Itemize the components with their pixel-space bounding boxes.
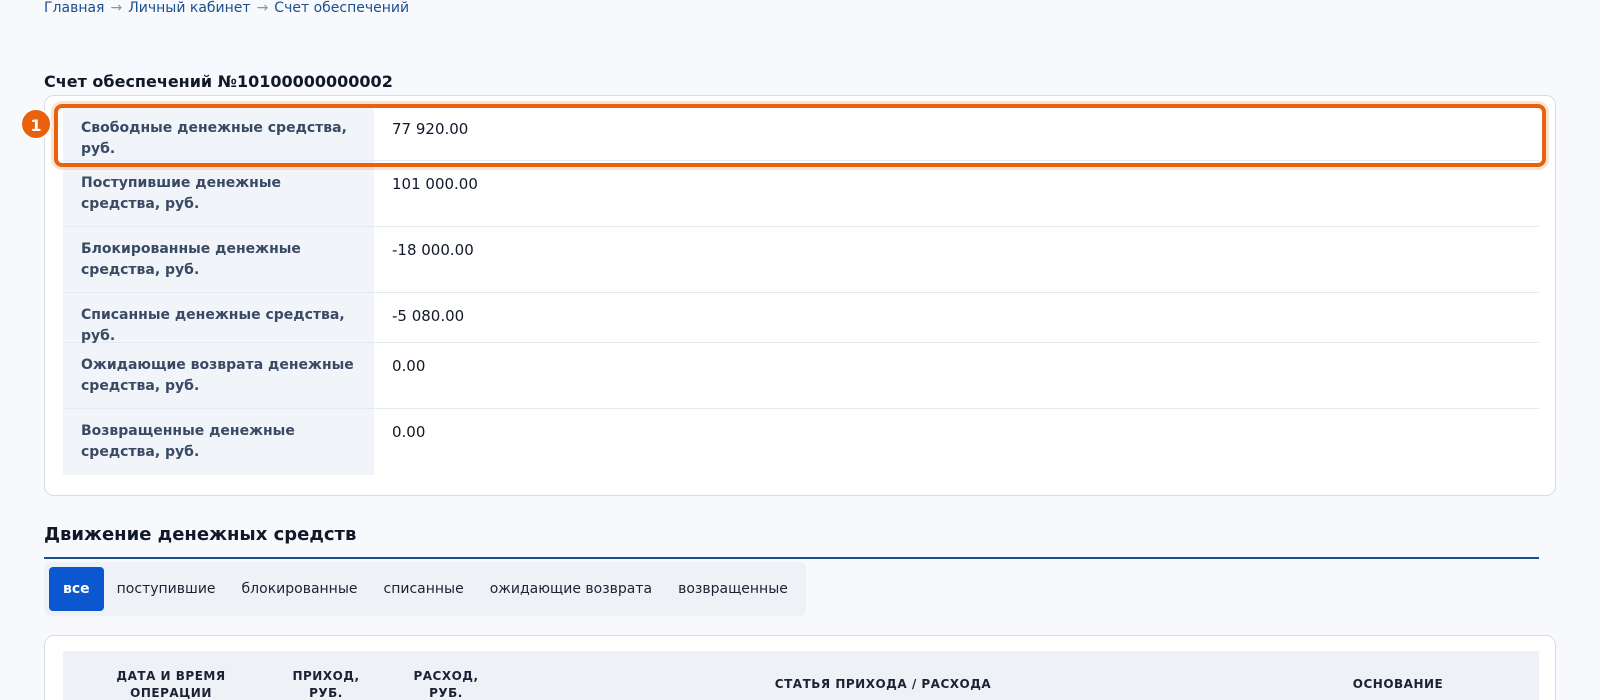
breadcrumb-separator: → xyxy=(256,0,269,16)
column-header-category[interactable]: СТАТЬЯ ПРИХОДА / РАСХОДА xyxy=(773,676,993,693)
filter-tab-all[interactable]: все xyxy=(49,567,104,611)
movement-filter-tabs: все поступившие блокированные списанные … xyxy=(44,562,806,616)
breadcrumb-current: Счет обеспечений xyxy=(274,0,410,16)
column-header-datetime[interactable]: ДАТА И ВРЕМЯ ОПЕРАЦИИ xyxy=(111,668,231,700)
section-divider xyxy=(44,557,1539,559)
summary-row-blocked: Блокированные денежные средства, руб. -1… xyxy=(63,227,1539,293)
breadcrumb-cabinet-link[interactable]: Личный кабинет xyxy=(128,0,250,16)
summary-row-written-off: Списанные денежные средства, руб. -5 080… xyxy=(63,293,1539,344)
column-header-expense[interactable]: РАСХОД, РУБ. xyxy=(411,668,481,700)
summary-value: 0.00 xyxy=(392,357,426,375)
breadcrumb-home-link[interactable]: Главная xyxy=(44,0,104,16)
summary-value: 101 000.00 xyxy=(392,175,478,193)
filter-tab-pending-return[interactable]: ожидающие возврата xyxy=(477,567,665,611)
operations-table-card: ДАТА И ВРЕМЯ ОПЕРАЦИИ ПРИХОД, РУБ. РАСХО… xyxy=(44,635,1556,700)
summary-label: Блокированные денежные средства, руб. xyxy=(63,227,374,292)
highlight-frame xyxy=(54,104,1546,167)
operations-table-header: ДАТА И ВРЕМЯ ОПЕРАЦИИ ПРИХОД, РУБ. РАСХО… xyxy=(63,651,1539,700)
summary-label: Возвращенные денежные средства, руб. xyxy=(63,409,374,475)
step-marker-badge: 1 xyxy=(20,108,52,140)
summary-row-pending-return: Ожидающие возврата денежные средства, ру… xyxy=(63,343,1539,409)
summary-row-returned: Возвращенные денежные средства, руб. 0.0… xyxy=(63,409,1539,475)
summary-value: -18 000.00 xyxy=(392,241,474,259)
filter-tab-received[interactable]: поступившие xyxy=(104,567,229,611)
summary-label: Ожидающие возврата денежные средства, ру… xyxy=(63,343,374,408)
summary-row-received: Поступившие денежные средства, руб. 101 … xyxy=(63,161,1539,227)
breadcrumb: Главная → Личный кабинет → Счет обеспечений xyxy=(44,0,409,16)
column-header-income[interactable]: ПРИХОД, РУБ. xyxy=(291,668,361,700)
summary-label: Поступившие денежные средства, руб. xyxy=(63,161,374,226)
movements-title: Движение денежных средств xyxy=(44,524,357,545)
filter-tab-written-off[interactable]: списанные xyxy=(371,567,477,611)
column-header-basis[interactable]: ОСНОВАНИЕ xyxy=(1343,676,1453,693)
summary-value: -5 080.00 xyxy=(392,307,465,325)
summary-value: 0.00 xyxy=(392,423,426,441)
summary-label: Списанные денежные средства, руб. xyxy=(63,293,374,344)
filter-tab-returned[interactable]: возвращенные xyxy=(665,567,801,611)
account-title: Счет обеспечений №10100000000002 xyxy=(44,72,393,91)
breadcrumb-separator: → xyxy=(110,0,123,16)
filter-tab-blocked[interactable]: блокированные xyxy=(229,567,371,611)
